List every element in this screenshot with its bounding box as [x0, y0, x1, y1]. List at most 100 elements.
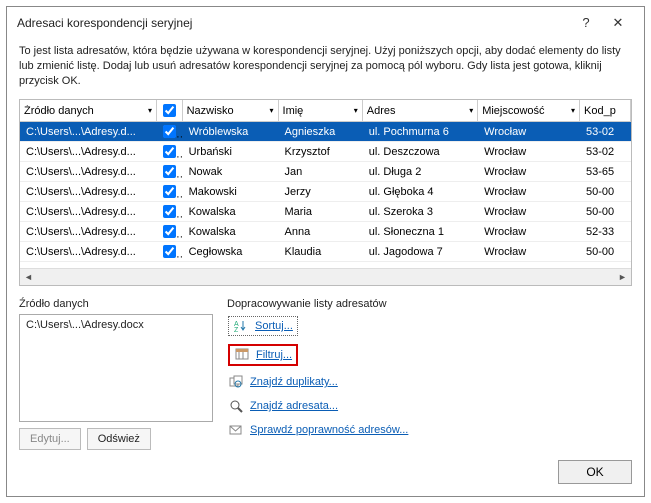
svg-text:Z: Z [234, 327, 239, 333]
cell-firstname: Klaudia [279, 244, 363, 260]
cell-firstname: Agnieszka [279, 124, 363, 140]
scroll-left-icon[interactable]: ◄ [20, 272, 37, 282]
table-row[interactable]: C:\Users\...\Adresy.d...MakowskiJerzyul.… [20, 182, 631, 202]
chevron-down-icon: ▾ [148, 106, 152, 115]
cell-checkbox [157, 123, 183, 140]
table-row[interactable]: C:\Users\...\Adresy.d... WróblewskaAgnies… [20, 122, 631, 142]
cell-address: ul. Słoneczna 1 [363, 224, 478, 240]
row-checkbox[interactable] [163, 185, 176, 198]
cell-postal: 53-02 [580, 144, 631, 160]
chevron-down-icon: ▾ [469, 106, 473, 115]
cell-city: Wrocław [478, 184, 580, 200]
select-all-checkbox[interactable] [163, 104, 176, 117]
mail-merge-recipients-dialog: Adresaci korespondencji seryjnej ? ✕ To … [6, 6, 645, 497]
find-duplicates-link[interactable]: Znajdź duplikaty... [250, 376, 338, 388]
cell-source: C:\Users\...\Adresy.d... [20, 184, 157, 200]
ok-button[interactable]: OK [558, 460, 632, 484]
cell-city: Wrocław [478, 144, 580, 160]
cell-city: Wrocław [478, 124, 580, 140]
col-lastname[interactable]: Nazwisko▾ [183, 100, 279, 121]
table-row[interactable]: C:\Users\...\Adresy.d... CegłowskaKlaudia… [20, 242, 631, 262]
chevron-down-icon: ▾ [571, 106, 575, 115]
find-recipient-icon [228, 398, 244, 414]
row-checkbox[interactable] [163, 245, 176, 258]
cell-postal: 52-33 [580, 224, 631, 240]
cell-postal: 53-02 [580, 124, 631, 140]
cell-lastname: Kowalska [183, 224, 279, 240]
col-city[interactable]: Miejscowość▾ [478, 100, 580, 121]
dialog-description: To jest lista adresatów, która będzie uż… [7, 38, 644, 99]
row-checkbox[interactable] [163, 125, 176, 138]
row-checkbox[interactable] [163, 145, 176, 158]
cell-postal: 50-00 [580, 244, 631, 260]
cell-firstname: Maria [279, 204, 363, 220]
chevron-down-icon: ▾ [270, 106, 274, 115]
chevron-down-icon: ▾ [354, 106, 358, 115]
cell-postal: 53-65 [580, 164, 631, 180]
cell-postal: 50-00 [580, 204, 631, 220]
help-button[interactable]: ? [570, 15, 602, 30]
edit-button[interactable]: Edytuj... [19, 428, 81, 450]
cell-source: C:\Users\...\Adresy.d... [20, 204, 157, 220]
cell-checkbox [157, 183, 183, 200]
dialog-title: Adresaci korespondencji seryjnej [17, 16, 570, 30]
list-item[interactable]: C:\Users\...\Adresy.docx [26, 319, 206, 331]
validate-addresses-link[interactable]: Sprawdź poprawność adresów... [250, 424, 408, 436]
cell-source: C:\Users\...\Adresy.d... [20, 164, 157, 180]
table-row[interactable]: C:\Users\...\Adresy.d... KowalskaAnnaul. … [20, 222, 631, 242]
cell-source: C:\Users\...\Adresy.d... [20, 144, 157, 160]
cell-address: ul. Deszczowa [363, 144, 478, 160]
horizontal-scrollbar[interactable]: ◄ ► [20, 268, 631, 285]
cell-source: C:\Users\...\Adresy.d... [20, 224, 157, 240]
table-row[interactable]: C:\Users\...\Adresy.d...NowakJanul. Dług… [20, 162, 631, 182]
cell-lastname: Urbański [183, 144, 279, 160]
row-checkbox[interactable] [163, 205, 176, 218]
cell-city: Wrocław [478, 224, 580, 240]
cell-city: Wrocław [478, 204, 580, 220]
refresh-button[interactable]: Odśwież [87, 428, 151, 450]
table-row[interactable]: C:\Users\...\Adresy.d... KowalskaMariaul.… [20, 202, 631, 222]
validate-icon [228, 422, 244, 438]
titlebar: Adresaci korespondencji seryjnej ? ✕ [7, 7, 644, 38]
col-firstname[interactable]: Imię▾ [279, 100, 363, 121]
col-postal[interactable]: Kod_p [580, 100, 631, 121]
recipients-grid: Źródło danych▾ Nazwisko▾ Imię▾ Adres▾ Mi… [19, 99, 632, 286]
cell-address: ul. Głęboka 4 [363, 184, 478, 200]
col-source[interactable]: Źródło danych▾ [20, 100, 157, 121]
cell-address: ul. Długa 2 [363, 164, 478, 180]
grid-body: C:\Users\...\Adresy.d... WróblewskaAgnies… [20, 122, 631, 262]
sort-icon: AZ [233, 318, 249, 334]
row-checkbox[interactable] [163, 165, 176, 178]
cell-firstname: Anna [279, 224, 363, 240]
table-row[interactable]: C:\Users\...\Adresy.d... UrbańskiKrzyszto… [20, 142, 631, 162]
cell-lastname: Wróblewska [183, 124, 279, 140]
find-recipient-link[interactable]: Znajdź adresata... [250, 400, 338, 412]
sort-link[interactable]: Sortuj... [255, 320, 293, 332]
cell-address: ul. Szeroka 3 [363, 204, 478, 220]
cell-source: C:\Users\...\Adresy.d... [20, 244, 157, 260]
col-checkbox[interactable] [157, 100, 183, 121]
cell-lastname: Kowalska [183, 204, 279, 220]
data-source-group: Źródło danych C:\Users\...\Adresy.docx E… [19, 298, 213, 450]
col-address[interactable]: Adres▾ [363, 100, 478, 121]
cell-lastname: Cegłowska [183, 244, 279, 260]
filter-link[interactable]: Filtruj... [256, 349, 292, 361]
row-checkbox[interactable] [163, 225, 176, 238]
cell-checkbox [157, 143, 183, 160]
close-button[interactable]: ✕ [602, 15, 634, 31]
scroll-track[interactable] [37, 269, 614, 285]
scroll-right-icon[interactable]: ► [614, 272, 631, 282]
cell-city: Wrocław [478, 164, 580, 180]
cell-checkbox [157, 203, 183, 220]
cell-source: C:\Users\...\Adresy.d... [20, 124, 157, 140]
filter-icon [234, 347, 250, 363]
cell-address: ul. Pochmurna 6 [363, 124, 478, 140]
cell-firstname: Krzysztof [279, 144, 363, 160]
duplicates-icon [228, 374, 244, 390]
cell-firstname: Jan [279, 164, 363, 180]
refine-group: Dopracowywanie listy adresatów AZ Sortuj… [227, 298, 632, 450]
cell-checkbox [157, 163, 183, 180]
data-source-list[interactable]: C:\Users\...\Adresy.docx [19, 314, 213, 422]
data-source-label: Źródło danych [19, 298, 213, 310]
cell-lastname: Makowski [183, 184, 279, 200]
